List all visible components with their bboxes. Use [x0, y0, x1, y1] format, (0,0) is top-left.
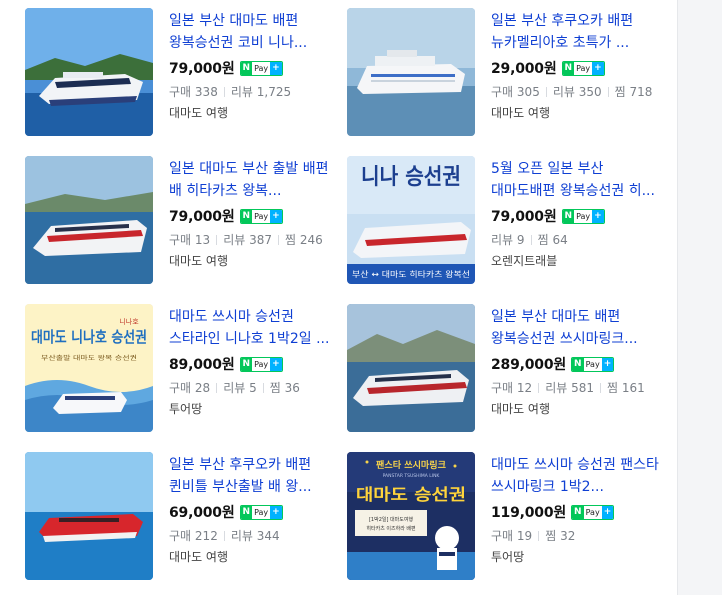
- product-title[interactable]: 일본 대마도 부산 출발 배편 배 히타카츠 왕복...: [169, 158, 337, 202]
- seller-name[interactable]: 대마도 여행: [169, 252, 337, 270]
- product-price: 69,000원: [169, 505, 235, 521]
- seller-name[interactable]: 대마도 여행: [491, 104, 659, 122]
- ferry-photo-harbor-catamaran: [347, 304, 475, 432]
- product-stats: 구매 338 리뷰 1,725: [169, 85, 292, 99]
- product-card[interactable]: 대마도 니나호 승선권 니나호 부산출발 대마도 왕복 승선권 대마도 쓰시마 …: [25, 304, 345, 432]
- product-stats: 구매 12 리뷰 581 찜 161: [491, 381, 645, 395]
- product-card[interactable]: 일본 부산 대마도 배편 왕복승선권 코비 니나... 79,000원 N Pay…: [25, 8, 345, 136]
- npay-badge: N Pay +: [561, 208, 605, 224]
- ferry-photo-red-queen-beetle: [25, 452, 153, 580]
- poster-headline: 대마도 승선권: [356, 485, 466, 504]
- product-thumbnail[interactable]: [25, 8, 153, 136]
- panstar-ticket-poster: 팬스타 쓰시마링크 PANSTAR TSUSHIMA LINK 대마도 승선권 …: [347, 452, 475, 580]
- seller-name[interactable]: 대마도 여행: [169, 104, 337, 122]
- product-stats: 리뷰 9찜 64: [491, 233, 568, 247]
- seller-name[interactable]: 오렌지트래블: [491, 252, 659, 270]
- nina-ticket-poster: 니나 승선권 부산 ↔ 대마도 히타카츠 왕복선: [347, 156, 475, 284]
- poster-headline: 대마도 니나호 승선권: [31, 328, 147, 346]
- product-thumbnail[interactable]: 대마도 니나호 승선권 니나호 부산출발 대마도 왕복 승선권: [25, 304, 153, 432]
- product-title[interactable]: 대마도 쓰시마 승선권 팬스타 쓰시마링크 1박2...: [491, 454, 659, 498]
- poster-sub1: [1박2일] 대마도여행: [369, 516, 413, 523]
- product-price: 119,000원: [491, 505, 567, 521]
- npay-badge: N Pay +: [239, 60, 283, 76]
- product-title[interactable]: 5월 오픈 일본 부산 대마도배편 왕복승선권 히...: [491, 158, 659, 202]
- product-stats: 구매 212 리뷰 344: [169, 529, 280, 543]
- product-card[interactable]: 일본 대마도 부산 출발 배편 배 히타카츠 왕복... 79,000원 N Pa…: [25, 156, 345, 284]
- product-price: 79,000원: [169, 209, 235, 225]
- product-title[interactable]: 일본 부산 대마도 배편 왕복승선권 코비 니나...: [169, 10, 337, 54]
- nina-cartoon-poster: 대마도 니나호 승선권 니나호 부산출발 대마도 왕복 승선권: [25, 304, 153, 432]
- ferry-photo-white-catamaran: [25, 8, 153, 136]
- product-price: 289,000원: [491, 357, 567, 373]
- poster-tag: 니나호: [119, 317, 139, 326]
- poster-headline: 니나 승선권: [361, 165, 461, 190]
- poster-tagline: PANSTAR TSUSHIMA LINK: [383, 473, 441, 479]
- npay-badge: N Pay +: [239, 504, 283, 520]
- product-stats: 구매 305 리뷰 350 찜 718: [491, 85, 653, 99]
- product-panel: 일본 부산 대마도 배편 왕복승선권 코비 니나... 79,000원 N Pay…: [0, 0, 678, 595]
- poster-sub2: 히타카츠 이즈하라 배편: [366, 525, 416, 532]
- seller-name[interactable]: 투어땅: [491, 548, 659, 566]
- poster-route-strip: 부산 ↔ 대마도 히타카츠 왕복선: [352, 269, 470, 279]
- product-price: 79,000원: [491, 209, 557, 225]
- product-card[interactable]: 일본 부산 대마도 배편 왕복승선권 쓰시마링크... 289,000원 N Pa…: [347, 304, 667, 432]
- seller-name[interactable]: 투어땅: [169, 400, 337, 418]
- product-card[interactable]: 일본 부산 후쿠오카 배편 퀸비틀 부산출발 배 왕... 69,000원 NP…: [25, 452, 345, 580]
- product-thumbnail[interactable]: [25, 452, 153, 580]
- npay-badge: N Pay +: [561, 60, 605, 76]
- poster-subtitle: 부산출발 대마도 왕복 승선권: [41, 354, 137, 362]
- product-stats: 구매 28 리뷰 5찜 36: [169, 381, 300, 395]
- product-title[interactable]: 대마도 쓰시마 승선권 스타라인 니나호 1박2일 ...: [169, 306, 337, 350]
- ferry-photo-red-white-catamaran: [25, 156, 153, 284]
- product-thumbnail[interactable]: [25, 156, 153, 284]
- product-thumbnail[interactable]: [347, 304, 475, 432]
- npay-badge: N Pay +: [571, 356, 615, 372]
- product-thumbnail[interactable]: [347, 8, 475, 136]
- product-title[interactable]: 일본 부산 후쿠오카 배편 뉴카멜리아호 초특가 ...: [491, 10, 659, 54]
- ferry-photo-large-white-ship: [347, 8, 475, 136]
- product-thumbnail[interactable]: 팬스타 쓰시마링크 PANSTAR TSUSHIMA LINK 대마도 승선권 …: [347, 452, 475, 580]
- product-card[interactable]: 일본 부산 후쿠오카 배편 뉴카멜리아호 초특가 ... 29,000원 N Pa…: [347, 8, 667, 136]
- product-price: 89,000원: [169, 357, 235, 373]
- npay-badge: N Pay +: [239, 356, 283, 372]
- product-title[interactable]: 일본 부산 후쿠오카 배편 퀸비틀 부산출발 배 왕...: [169, 454, 337, 498]
- product-card[interactable]: 팬스타 쓰시마링크 PANSTAR TSUSHIMA LINK 대마도 승선권 …: [347, 452, 667, 580]
- seller-name[interactable]: 대마도 여행: [491, 400, 659, 418]
- poster-brand: 팬스타 쓰시마링크: [376, 459, 446, 471]
- product-title[interactable]: 일본 부산 대마도 배편 왕복승선권 쓰시마링크...: [491, 306, 659, 350]
- product-price: 29,000원: [491, 61, 557, 77]
- npay-badge: N Pay +: [239, 208, 283, 224]
- product-price: 79,000원: [169, 61, 235, 77]
- npay-badge: N Pay +: [571, 504, 615, 520]
- product-stats: 구매 13 리뷰 387 찜 246: [169, 233, 323, 247]
- seller-name[interactable]: 대마도 여행: [169, 548, 337, 566]
- product-card[interactable]: 니나 승선권 부산 ↔ 대마도 히타카츠 왕복선 5월 오픈 일본 부산 대마도…: [347, 156, 667, 284]
- product-thumbnail[interactable]: 니나 승선권 부산 ↔ 대마도 히타카츠 왕복선: [347, 156, 475, 284]
- product-stats: 구매 19 찜 32: [491, 529, 576, 543]
